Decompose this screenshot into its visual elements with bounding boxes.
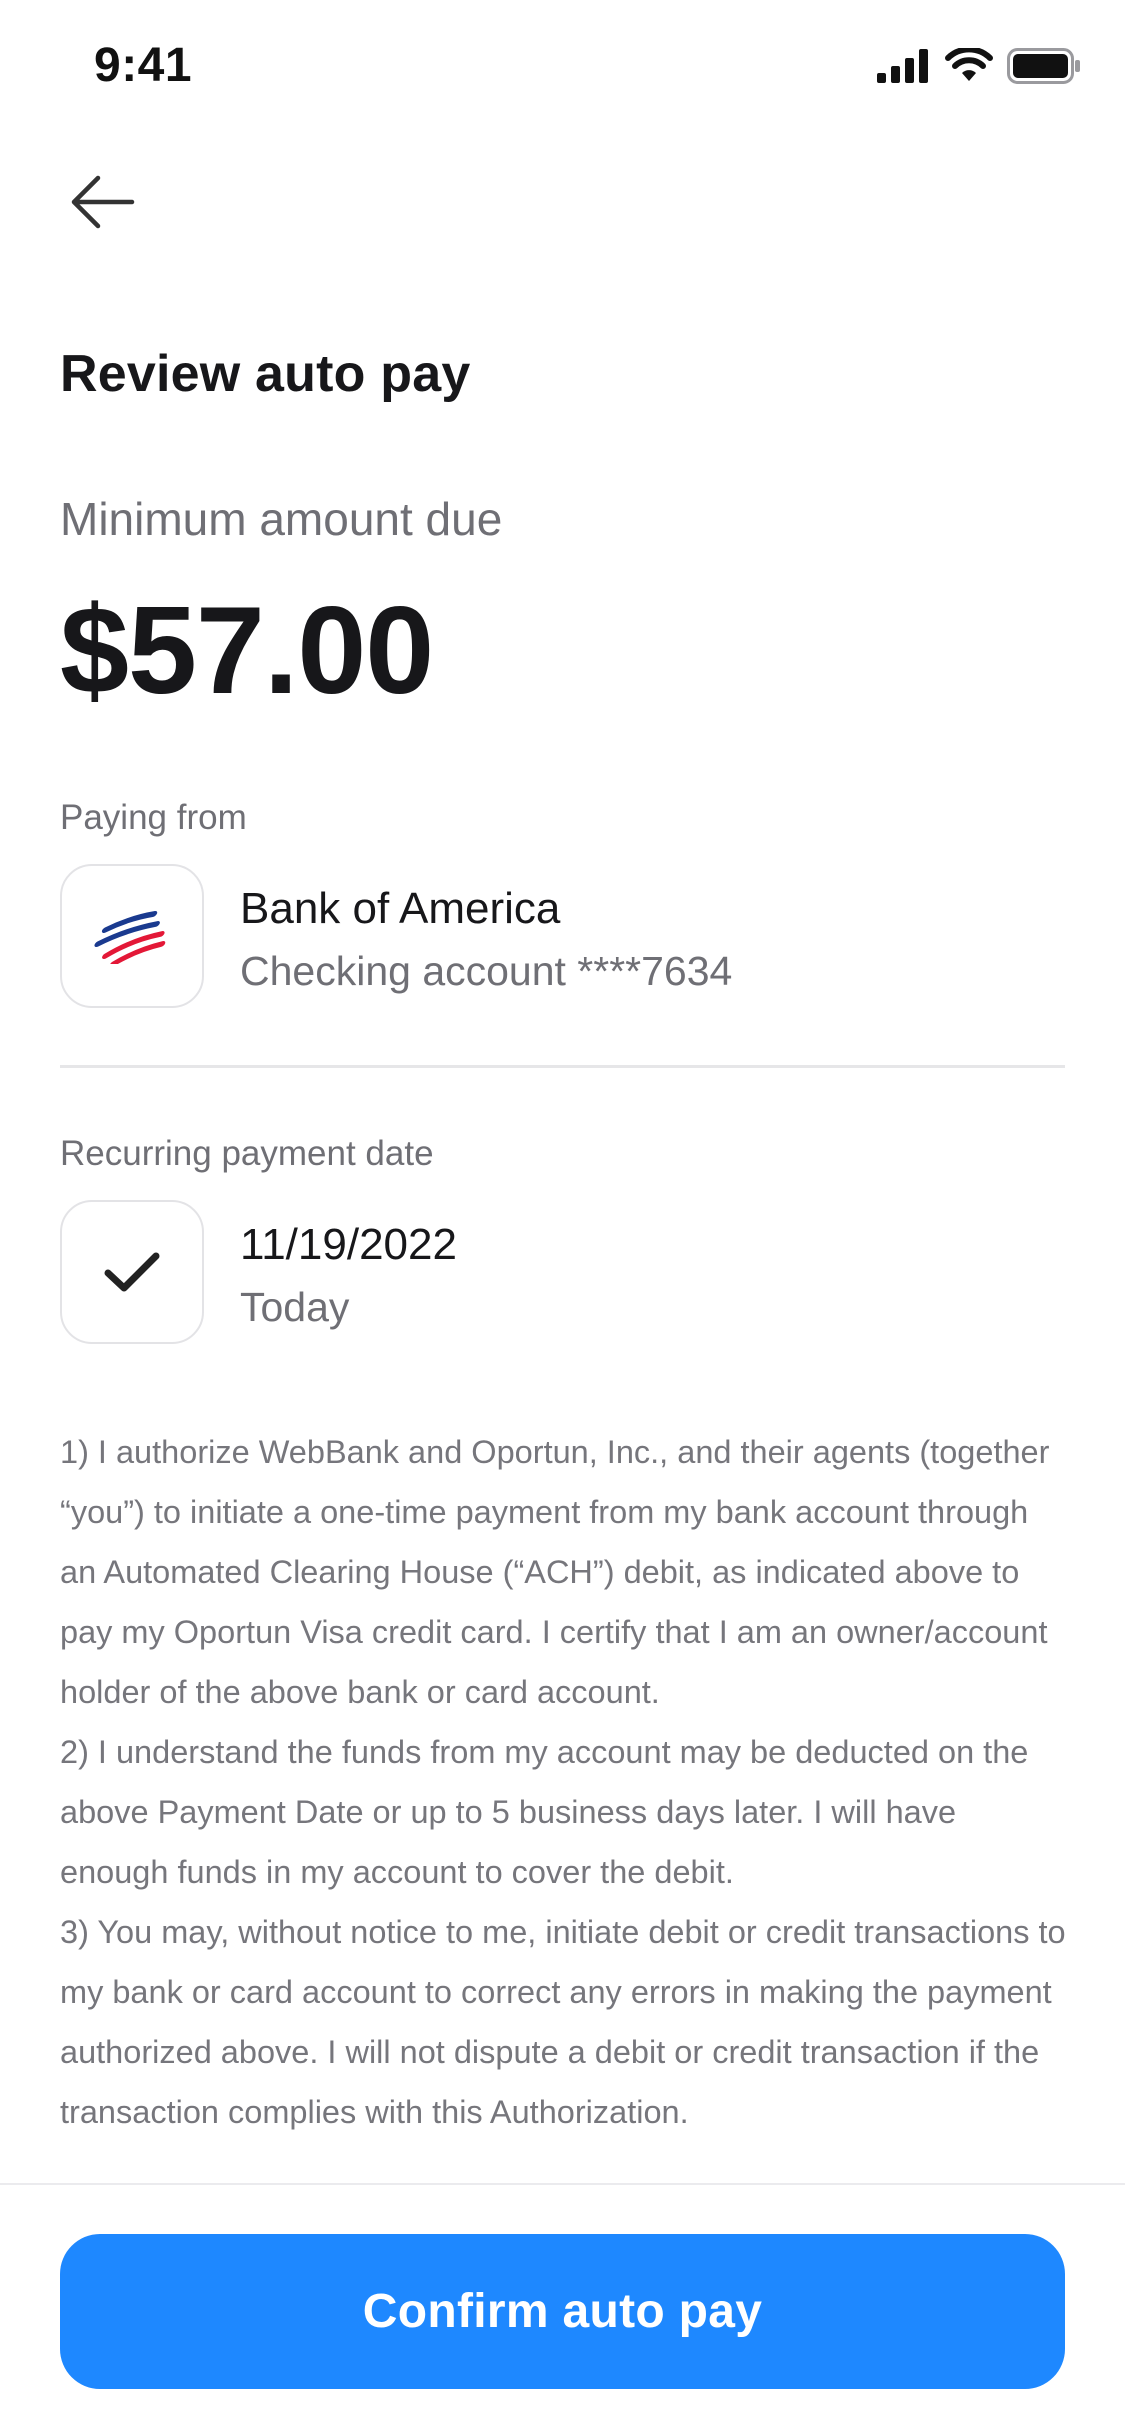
authorization-paragraph-2: 2) I understand the funds from my accoun…: [60, 1734, 1029, 1890]
status-bar: 9:41: [0, 0, 1125, 132]
status-icons: [877, 46, 1081, 89]
authorization-paragraph-1: 1) I authorize WebBank and Oportun, Inc.…: [60, 1434, 1050, 1710]
section-divider: [60, 1065, 1065, 1068]
amount-value: $57.00: [60, 582, 434, 720]
payment-date-relative: Today: [240, 1284, 350, 1330]
amount-label: Minimum amount due: [60, 493, 503, 545]
back-button[interactable]: [60, 160, 144, 244]
arrow-left-icon: [71, 175, 135, 229]
page-title: Review auto pay: [60, 345, 471, 403]
paying-from-label: Paying from: [60, 798, 247, 837]
authorization-text: 1) I authorize WebBank and Oportun, Inc.…: [60, 1422, 1070, 2142]
wifi-icon: [945, 46, 993, 89]
authorization-paragraph-3: 3) You may, without notice to me, initia…: [60, 1914, 1066, 2130]
bottom-action-bar: Confirm auto pay: [0, 2183, 1125, 2436]
confirm-auto-pay-button[interactable]: Confirm auto pay: [60, 2234, 1065, 2389]
status-time: 9:41: [94, 39, 193, 92]
bank-of-america-logo: [94, 911, 166, 964]
payment-date: 11/19/2022: [240, 1220, 457, 1269]
review-auto-pay-screen: 9:41 Review auto pay Minimum amount due …: [0, 0, 1125, 2436]
bank-logo-tile: [60, 864, 204, 1008]
date-check-tile: [60, 1200, 204, 1344]
cellular-signal-icon: [877, 49, 931, 88]
checkmark-icon: [104, 1252, 160, 1292]
recurring-date-label: Recurring payment date: [60, 1134, 434, 1173]
account-description: Checking account ****7634: [240, 948, 733, 994]
bank-name: Bank of America: [240, 884, 561, 933]
battery-icon: [1007, 48, 1081, 89]
